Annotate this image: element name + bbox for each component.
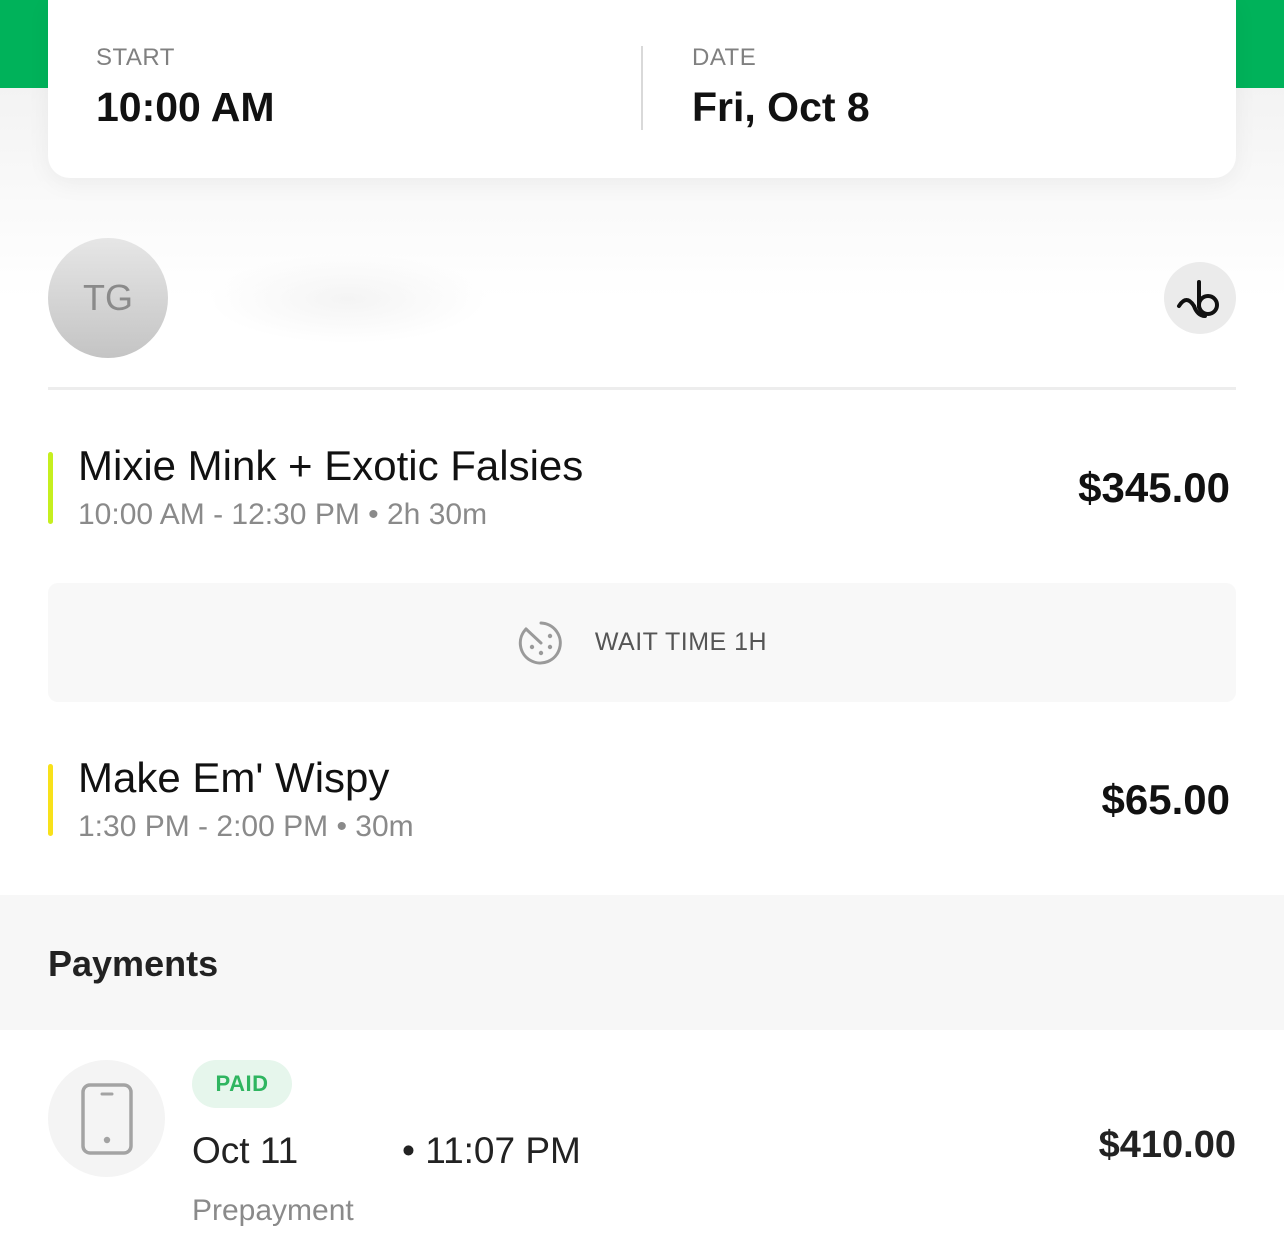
payment-amount: $410.00 — [1098, 1124, 1236, 1166]
booksy-logo-button[interactable] — [1164, 262, 1236, 334]
booksy-logo-icon — [1177, 280, 1219, 318]
date-label: DATE — [692, 44, 757, 71]
wait-time-label: WAIT TIME 1H — [594, 628, 768, 656]
payments-title: Payments — [48, 943, 219, 984]
service-price: $345.00 — [1078, 464, 1230, 511]
avatar: TG — [48, 238, 168, 358]
service-item[interactable]: Mixie Mink + Exotic Falsies 10:00 AM - 1… — [48, 442, 1236, 550]
client-name-blurred — [208, 254, 488, 344]
service-time: 10:00 AM - 12:30 PM • 2h 30m — [78, 498, 488, 531]
service-name: Make Em' Wispy — [78, 754, 390, 801]
service-name: Mixie Mink + Exotic Falsies — [78, 442, 584, 489]
service-color-bar — [48, 764, 53, 836]
payment-item[interactable]: PAID Oct 11 • 11:07 PM $410.00 Prepaymen… — [48, 1060, 1236, 1247]
service-price: $65.00 — [1101, 776, 1230, 823]
start-value: 10:00 AM — [96, 84, 275, 130]
payment-time: • 11:07 PM — [402, 1130, 581, 1171]
payment-type: Prepayment — [192, 1194, 354, 1227]
payments-section-header: Payments — [0, 895, 1284, 1030]
wait-clock-icon — [518, 621, 562, 664]
status-badge: PAID — [192, 1060, 292, 1108]
payment-method-avatar — [48, 1060, 165, 1177]
wait-time-bar[interactable]: WAIT TIME 1H — [48, 583, 1236, 702]
date-field[interactable]: DATE Fri, Oct 8 — [692, 44, 870, 131]
start-label: START — [96, 44, 175, 71]
divider — [48, 387, 1236, 390]
payment-date: Oct 11 — [192, 1130, 299, 1171]
date-value: Fri, Oct 8 — [692, 84, 870, 130]
service-item[interactable]: Make Em' Wispy 1:30 PM - 2:00 PM • 30m $… — [48, 754, 1236, 862]
client-row[interactable]: TG — [48, 238, 1236, 388]
service-color-bar — [48, 452, 53, 524]
phone-icon — [80, 1082, 133, 1155]
card-divider — [641, 46, 643, 130]
appointment-time-card: START 10:00 AM DATE Fri, Oct 8 — [48, 0, 1236, 178]
start-field[interactable]: START 10:00 AM — [96, 44, 275, 131]
service-time: 1:30 PM - 2:00 PM • 30m — [78, 810, 414, 843]
